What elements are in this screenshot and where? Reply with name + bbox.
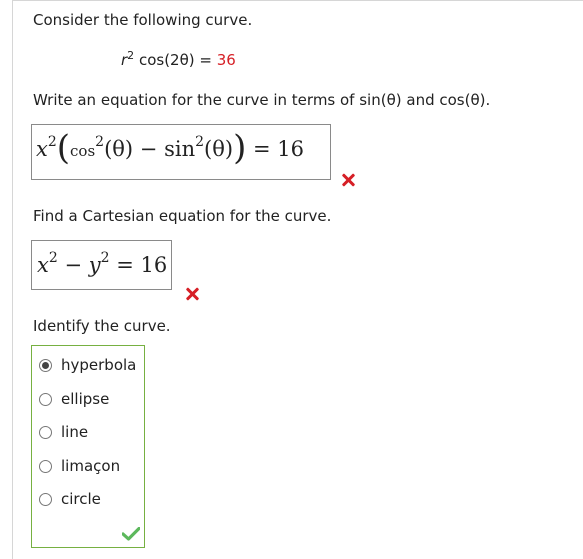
equation-lhs: cos(2θ) [138, 51, 195, 69]
choice-limacon[interactable]: limaçon [39, 456, 120, 476]
choice-label: circle [61, 490, 101, 508]
answer-2-minus: − [57, 253, 89, 277]
choice-label: hyperbola [61, 356, 137, 374]
choice-line[interactable]: line [39, 422, 88, 442]
choice-label: ellipse [61, 390, 110, 408]
radio-selected-icon[interactable] [39, 358, 52, 372]
choice-circle[interactable]: circle [39, 489, 101, 509]
radio-icon[interactable] [39, 425, 52, 439]
choice-ellipse[interactable]: ellipse [39, 389, 109, 409]
radio-icon[interactable] [39, 459, 52, 473]
radio-icon[interactable] [39, 492, 52, 506]
x-mark-icon [185, 287, 199, 301]
question-2-text: Find a Cartesian equation for the curve. [33, 207, 332, 225]
x-mark-icon [341, 173, 355, 187]
answer-2-input[interactable]: x2 − y2 = 16 [31, 240, 172, 290]
choice-label: limaçon [61, 457, 121, 475]
answer-1-rhs: = 16 [246, 137, 304, 161]
equation-equals: = [194, 51, 217, 69]
equation-rhs: 36 [216, 51, 236, 69]
choice-label: line [61, 423, 89, 441]
answer-1-sin: sin [164, 137, 196, 161]
answer-1-math: x2(cos2(θ) − sin2(θ)) = 16 [36, 128, 304, 168]
check-mark-icon [122, 527, 140, 541]
answer-2-math: x2 − y2 = 16 [37, 250, 168, 277]
answer-1-cos: cos [70, 142, 96, 160]
question-3-text: Identify the curve. [33, 317, 171, 335]
given-equation: r2 cos(2θ) = 36 [121, 49, 236, 69]
choice-hyperbola[interactable]: hyperbola [39, 355, 136, 375]
answer-1-theta-1: (θ) [104, 137, 134, 161]
question-1-text: Write an equation for the curve in terms… [33, 91, 491, 109]
radio-icon[interactable] [39, 392, 52, 406]
answer-1-minus: − [133, 137, 165, 161]
answer-2-rhs: = 16 [109, 253, 168, 277]
answer-1-input[interactable]: x2(cos2(θ) − sin2(θ)) = 16 [31, 124, 331, 180]
prompt-text: Consider the following curve. [33, 11, 253, 29]
curve-choice-group: hyperbola ellipse line limaçon circle [31, 345, 145, 548]
answer-1-theta-2: (θ) [204, 137, 234, 161]
